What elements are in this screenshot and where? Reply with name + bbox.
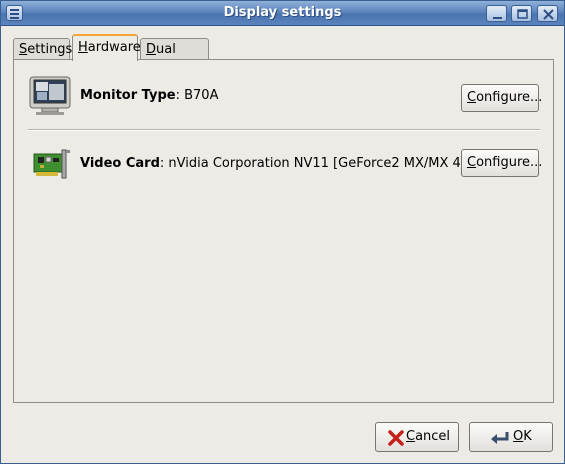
cancel-x-icon [388,429,404,457]
ok-arrow-icon [490,429,510,457]
close-icon[interactable] [537,5,558,22]
minimize-icon[interactable] [486,5,507,22]
video-card-configure-button[interactable]: Configure... [461,149,542,177]
video-card-value: nVidia Corporation NV11 [GeForce2 MX/MX … [168,156,483,171]
separator [28,129,540,131]
video-card-icon [28,144,72,188]
monitor-type-label: Monitor Type: B70A [80,88,219,103]
window-title: Display settings [223,5,342,20]
maximize-icon[interactable] [511,5,532,22]
title-bar[interactable]: Display settings [1,1,564,26]
tab-dual-head[interactable]: Dual head [140,38,209,78]
hardware-panel: Monitor Type: B70A Configure... Video Ca… [13,59,554,403]
tab-settings[interactable]: Settings [13,38,72,60]
dialog-window: Display settings Settings Hardware Dual … [0,0,565,464]
tab-hardware[interactable]: Hardware [72,34,141,61]
monitor-icon [28,76,72,120]
monitor-type-value: B70A [184,88,219,103]
ok-button[interactable]: OK [469,422,553,452]
video-card-label: Video Card: nVidia Corporation NV11 [GeF… [80,156,483,171]
monitor-configure-button[interactable]: Configure... [461,84,542,112]
cancel-button[interactable]: Cancel [375,422,459,452]
